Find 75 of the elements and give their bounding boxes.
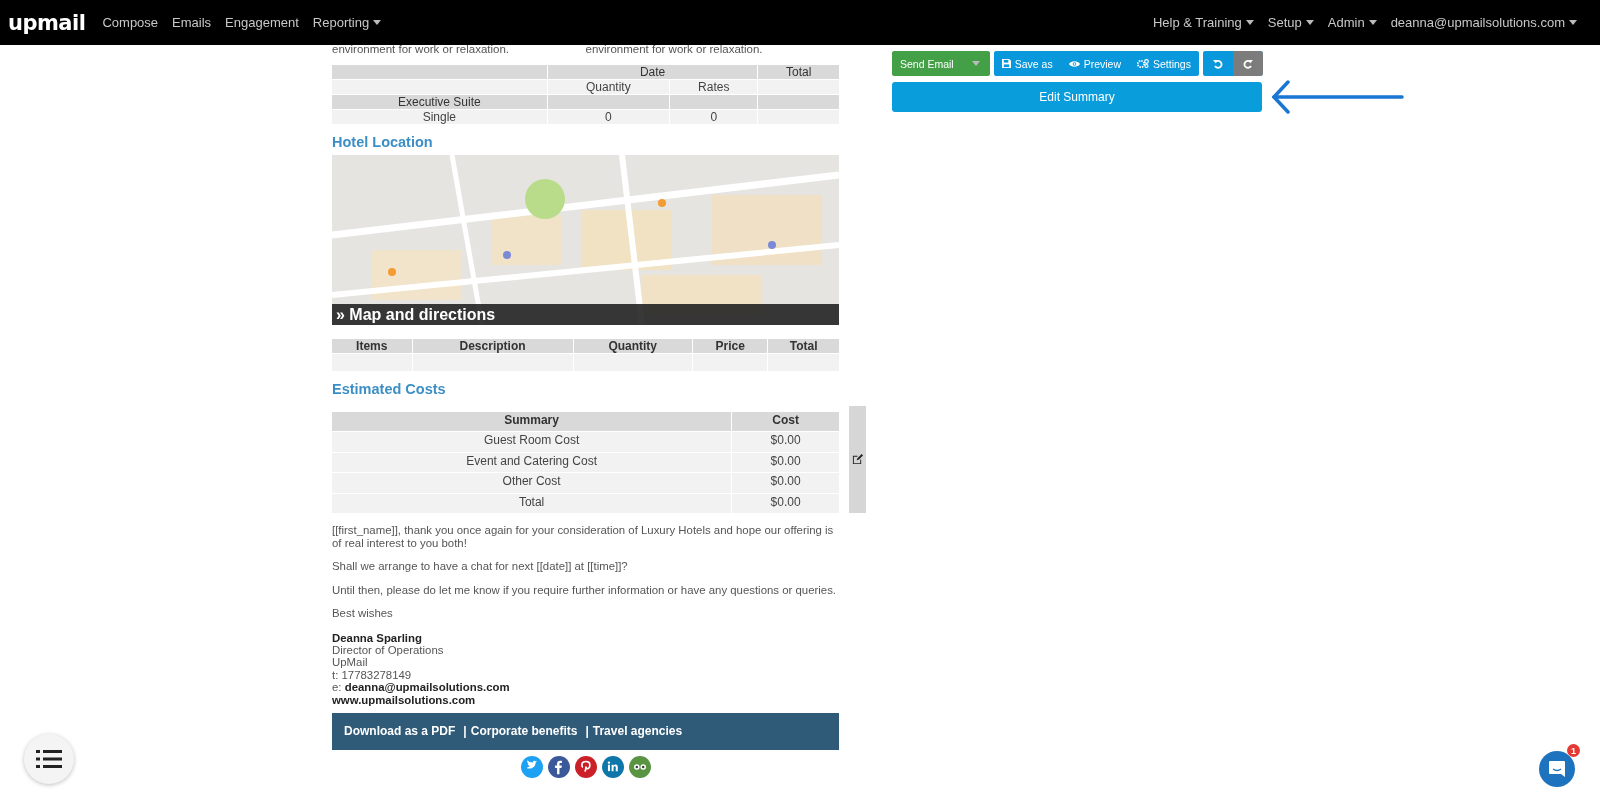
table-cell: $0.00 — [732, 493, 839, 513]
nav-link[interactable]: Admin — [1327, 15, 1377, 30]
section-heading: Hotel Location — [332, 134, 434, 150]
logo[interactable]: upmail — [8, 10, 86, 35]
undo-icon — [1212, 58, 1223, 69]
signature-line: Director of Operations — [332, 643, 445, 657]
separator: | — [463, 724, 467, 739]
footer-link[interactable]: Corporate benefits — [470, 724, 578, 739]
table-header: Quantity — [573, 339, 692, 353]
nav-link[interactable]: Setup — [1267, 15, 1314, 30]
signature-line: UpMail — [332, 656, 369, 669]
nav-link[interactable]: deanna@upmailsolutions.com — [1390, 15, 1577, 30]
table-header: Price — [692, 339, 768, 353]
nav-link[interactable]: Engagement — [225, 15, 299, 30]
paragraph: Shall we arrange to have a chat for next [[date]] at [[time]]? — [332, 560, 629, 573]
edit-icon — [852, 454, 863, 465]
intro-text: environment for work or relaxation. — [332, 43, 511, 57]
table-cell — [768, 354, 839, 371]
map-link[interactable]: » Map and directions — [332, 304, 839, 325]
table-header: Total — [758, 65, 839, 79]
table-cell: $0.00 — [732, 452, 839, 473]
paragraph: Until then, please do let me know if you require further information or have any questions or queries. — [332, 583, 837, 596]
caret-icon — [1245, 20, 1254, 25]
signature-line: e: deanna@upmailsolutions.com — [332, 681, 511, 694]
caret-icon — [1569, 20, 1577, 25]
signature-name: Deanna Sparling — [332, 631, 423, 644]
table-header: Summary — [332, 412, 732, 432]
redo-icon — [1242, 58, 1253, 69]
table-header: Items — [332, 339, 412, 353]
table-cell: Executive Suite — [332, 95, 547, 109]
paragraph: Best wishes — [332, 607, 394, 620]
twitter-icon[interactable] — [520, 755, 543, 778]
table-cell: Quantity — [547, 80, 669, 94]
pinterest-icon[interactable] — [574, 755, 597, 778]
caret-icon — [373, 20, 382, 25]
facebook-icon[interactable] — [547, 755, 570, 778]
table-cell: $0.00 — [732, 432, 839, 452]
footer-link[interactable]: Travel agencies — [592, 724, 683, 739]
list-menu-button[interactable] — [24, 734, 74, 784]
table-header: Cost — [732, 412, 839, 432]
linkedin-icon[interactable] — [601, 755, 624, 778]
caret-icon — [1368, 20, 1377, 25]
table-cell: Other Cost — [332, 473, 732, 493]
gears-icon — [1137, 59, 1149, 68]
table-header: Description — [412, 339, 573, 353]
separator: | — [585, 724, 589, 739]
table-cell: 0 — [547, 110, 669, 124]
table-cell: Event and Catering Cost — [332, 452, 732, 473]
caret-icon — [971, 61, 980, 66]
table-cell: 0 — [670, 110, 758, 124]
website-link[interactable]: www.upmailsolutions.com — [332, 693, 839, 706]
nav-link[interactable]: Reporting — [312, 15, 382, 30]
nav-link[interactable]: Emails — [172, 15, 212, 30]
table-cell: Single — [332, 110, 547, 124]
table-cell: $0.00 — [732, 473, 839, 493]
nav-link[interactable]: Compose — [102, 15, 159, 30]
list-icon — [36, 749, 62, 769]
caret-icon — [1305, 20, 1314, 25]
table-cell: Rates — [670, 80, 758, 94]
arrow-icon — [1272, 80, 1404, 114]
tripadvisor-icon[interactable] — [628, 755, 651, 778]
notification-badge: 1 — [1567, 744, 1580, 757]
table-header: Total — [768, 339, 839, 353]
footer-link[interactable]: Download as a PDF — [344, 724, 456, 739]
intro-text: environment for work or relaxation. — [585, 43, 764, 57]
edit-handle[interactable] — [849, 406, 866, 513]
paragraph: [[first_name]], thank you once again for your consideration of Luxury Hotels and hope our offering is of real interest to you both! — [332, 524, 835, 549]
eye-icon — [1068, 59, 1080, 68]
table-header: Date — [547, 65, 758, 79]
signature-line: t: 17783278149 — [332, 668, 413, 682]
table-cell: Guest Room Cost — [332, 432, 732, 452]
section-heading: Estimated Costs — [332, 381, 447, 397]
nav-link[interactable]: Help & Training — [1152, 15, 1254, 30]
table-cell: Total — [332, 493, 732, 513]
chat-icon — [1548, 760, 1566, 778]
